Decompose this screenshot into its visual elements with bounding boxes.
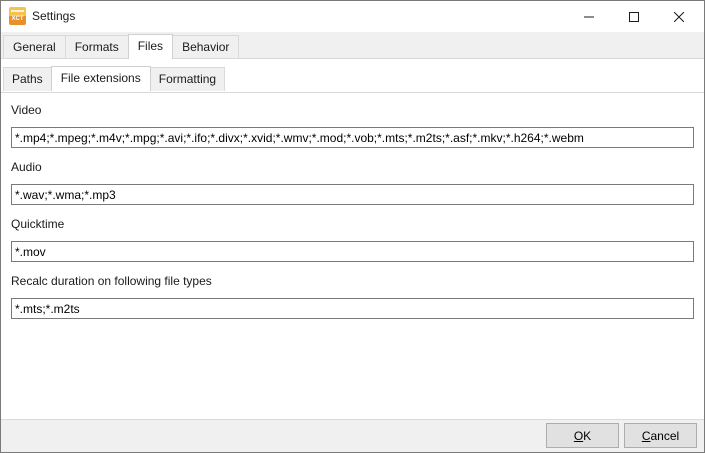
app-icon: XCT — [9, 7, 26, 25]
video-extensions-input[interactable] — [11, 127, 694, 148]
tab-files[interactable]: Files — [127, 34, 174, 59]
settings-window: XCT Settings General Formats Files Behav… — [0, 0, 705, 453]
tab-general[interactable]: General — [3, 35, 66, 59]
dialog-body: General Formats Files Behavior Paths Fil… — [1, 32, 704, 452]
minimize-button[interactable] — [566, 1, 611, 32]
main-tab-strip: General Formats Files Behavior — [3, 34, 240, 59]
video-label: Video — [11, 103, 42, 117]
cancel-button[interactable]: Cancel — [624, 423, 697, 448]
audio-label: Audio — [11, 160, 42, 174]
recalc-duration-input[interactable] — [11, 298, 694, 319]
tab-formats[interactable]: Formats — [64, 35, 129, 59]
quicktime-label: Quicktime — [11, 217, 65, 231]
subtab-file-extensions[interactable]: File extensions — [50, 66, 151, 91]
maximize-icon — [628, 11, 639, 22]
audio-extensions-input[interactable] — [11, 184, 694, 205]
sub-tab-strip: Paths File extensions Formatting — [3, 66, 226, 91]
quicktime-extensions-input[interactable] — [11, 241, 694, 262]
minimize-icon — [583, 12, 594, 22]
dialog-footer: OK Cancel — [1, 419, 704, 452]
title-bar[interactable]: XCT Settings — [1, 1, 704, 32]
cancel-mnemonic: C — [641, 428, 651, 443]
cancel-label-rest: ancel — [650, 428, 680, 443]
tab-behavior[interactable]: Behavior — [172, 35, 240, 59]
app-icon-text: XCT — [11, 16, 24, 22]
ok-label-rest: K — [583, 428, 592, 443]
ok-button[interactable]: OK — [546, 423, 619, 448]
files-tab-panel: Paths File extensions Formatting Video A… — [1, 58, 704, 420]
close-button[interactable] — [656, 1, 701, 32]
window-title: Settings — [32, 9, 76, 23]
subtab-paths[interactable]: Paths — [3, 67, 52, 91]
subtab-formatting[interactable]: Formatting — [149, 67, 226, 91]
recalc-duration-label: Recalc duration on following file types — [11, 274, 212, 288]
maximize-button[interactable] — [611, 1, 656, 32]
close-icon — [673, 11, 684, 22]
ok-mnemonic: O — [573, 428, 584, 443]
file-extensions-panel: Video Audio Quicktime Recalc duration on… — [1, 92, 704, 420]
